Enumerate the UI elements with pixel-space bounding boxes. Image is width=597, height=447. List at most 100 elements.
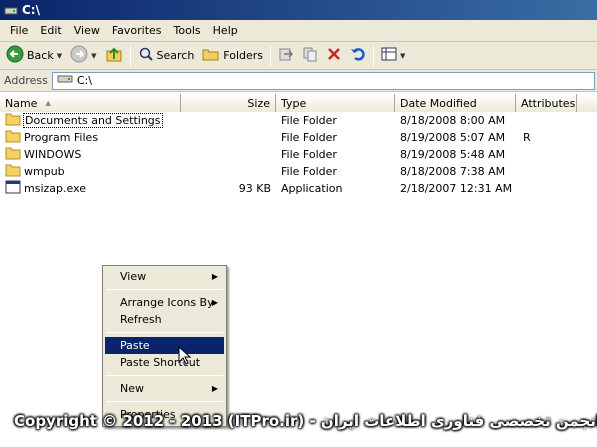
menu-help[interactable]: Help	[207, 24, 244, 37]
address-bar: Address C:\	[0, 70, 597, 92]
file-type: File Folder	[281, 114, 337, 127]
menu-file[interactable]: File	[4, 24, 34, 37]
views-button[interactable]: ▼	[377, 44, 409, 68]
move-to-button[interactable]	[274, 44, 298, 68]
column-header-label: Size	[247, 96, 270, 110]
column-header-label: Attributes	[521, 96, 576, 110]
address-input[interactable]: C:\	[51, 71, 595, 90]
column-header-label: Name	[5, 96, 38, 110]
file-name: msizap.exe	[24, 182, 87, 195]
copy-to-icon	[302, 46, 318, 65]
column-header-row: Name ▲ Size Type Date Modified Attribute…	[0, 94, 597, 112]
context-menu-paste[interactable]: Paste	[105, 337, 224, 354]
back-label: Back	[27, 49, 54, 62]
file-name: WINDOWS	[24, 148, 82, 161]
menu-separator	[106, 401, 223, 402]
table-row[interactable]: Program Files File Folder 8/19/2008 5:07…	[0, 129, 597, 146]
file-name: Documents and Settings	[23, 113, 163, 128]
table-row[interactable]: wmpub File Folder 8/18/2008 7:38 AM	[0, 163, 597, 180]
context-menu-label: Arrange Icons By	[120, 296, 214, 309]
address-label: Address	[4, 74, 48, 87]
column-header-size[interactable]: Size	[181, 94, 276, 112]
back-dropdown-icon[interactable]: ▼	[57, 52, 62, 60]
views-icon	[381, 46, 397, 65]
folders-icon	[202, 46, 220, 65]
forward-arrow-icon	[70, 45, 88, 66]
column-header-type[interactable]: Type	[276, 94, 395, 112]
forward-dropdown-icon[interactable]: ▼	[91, 52, 96, 60]
toolbar-separator	[373, 45, 375, 66]
undo-icon	[350, 46, 366, 65]
folder-icon	[5, 112, 21, 129]
menu-separator	[106, 332, 223, 333]
file-type: File Folder	[281, 148, 337, 161]
menu-separator	[106, 289, 223, 290]
context-menu-label: Paste	[120, 339, 150, 352]
move-to-icon	[278, 46, 294, 65]
views-dropdown-icon[interactable]: ▼	[400, 52, 405, 60]
folders-label: Folders	[223, 49, 264, 62]
search-icon	[138, 46, 154, 65]
column-header-name[interactable]: Name ▲	[0, 94, 181, 112]
context-menu-new[interactable]: New ▶	[105, 380, 224, 397]
menu-separator	[106, 375, 223, 376]
delete-button[interactable]	[322, 44, 346, 68]
search-label: Search	[156, 49, 195, 62]
sort-ascending-icon: ▲	[45, 99, 51, 107]
menu-view[interactable]: View	[68, 24, 106, 37]
context-menu-view[interactable]: View ▶	[105, 268, 224, 285]
toolbar-separator	[270, 45, 272, 66]
mouse-cursor-icon	[178, 345, 192, 369]
file-date: 8/19/2008 5:07 AM	[400, 131, 506, 144]
file-date: 8/19/2008 5:48 AM	[400, 148, 506, 161]
toolbar: Back ▼ ▼ Search Folders ▼	[0, 42, 597, 70]
address-value: C:\	[76, 74, 92, 87]
folder-icon	[5, 129, 21, 146]
file-list: Documents and Settings File Folder 8/18/…	[0, 112, 597, 197]
file-type: Application	[281, 182, 343, 195]
submenu-arrow-icon: ▶	[211, 384, 218, 393]
forward-button[interactable]: ▼	[66, 44, 100, 68]
context-menu-label: New	[120, 382, 144, 395]
column-header-label: Type	[281, 96, 307, 110]
application-icon	[5, 180, 21, 197]
table-row[interactable]: msizap.exe 93 KB Application 2/18/2007 1…	[0, 180, 597, 197]
search-button[interactable]: Search	[134, 44, 199, 68]
copy-to-button[interactable]	[298, 44, 322, 68]
up-button[interactable]	[101, 44, 127, 68]
context-menu-label: Refresh	[120, 313, 162, 326]
back-button[interactable]: Back ▼	[2, 44, 66, 68]
context-menu-label: View	[120, 270, 147, 283]
menu-favorites[interactable]: Favorites	[106, 24, 168, 37]
file-date: 2/18/2007 12:31 AM	[400, 182, 513, 195]
submenu-arrow-icon: ▶	[211, 298, 218, 307]
file-name: Program Files	[24, 131, 99, 144]
back-arrow-icon	[6, 45, 24, 66]
table-row[interactable]: WINDOWS File Folder 8/19/2008 5:48 AM	[0, 146, 597, 163]
undo-button[interactable]	[346, 44, 370, 68]
context-menu-refresh[interactable]: Refresh	[105, 311, 224, 328]
drive-icon	[4, 3, 18, 17]
table-row[interactable]: Documents and Settings File Folder 8/18/…	[0, 112, 597, 129]
submenu-arrow-icon: ▶	[211, 272, 218, 281]
file-name: wmpub	[24, 165, 65, 178]
context-menu-arrange-icons[interactable]: Arrange Icons By ▶	[105, 294, 224, 311]
folder-icon	[5, 163, 21, 180]
file-attributes: R	[523, 131, 531, 144]
file-type: File Folder	[281, 131, 337, 144]
context-menu-paste-shortcut[interactable]: Paste Shortcut	[105, 354, 224, 371]
file-date: 8/18/2008 7:38 AM	[400, 165, 506, 178]
context-menu: View ▶ Arrange Icons By ▶ Refresh Paste …	[102, 265, 227, 427]
menu-edit[interactable]: Edit	[34, 24, 67, 37]
window-title: C:\	[22, 3, 40, 17]
up-folder-icon	[105, 45, 123, 66]
column-header-label: Date Modified	[400, 96, 477, 110]
title-bar[interactable]: C:\	[0, 0, 597, 20]
menu-tools[interactable]: Tools	[168, 24, 207, 37]
column-header-attributes[interactable]: Attributes	[516, 94, 577, 112]
column-header-date[interactable]: Date Modified	[395, 94, 516, 112]
folder-icon	[5, 146, 21, 163]
folders-button[interactable]: Folders	[198, 44, 267, 68]
menu-bar: File Edit View Favorites Tools Help	[0, 20, 597, 42]
delete-icon	[326, 46, 342, 65]
